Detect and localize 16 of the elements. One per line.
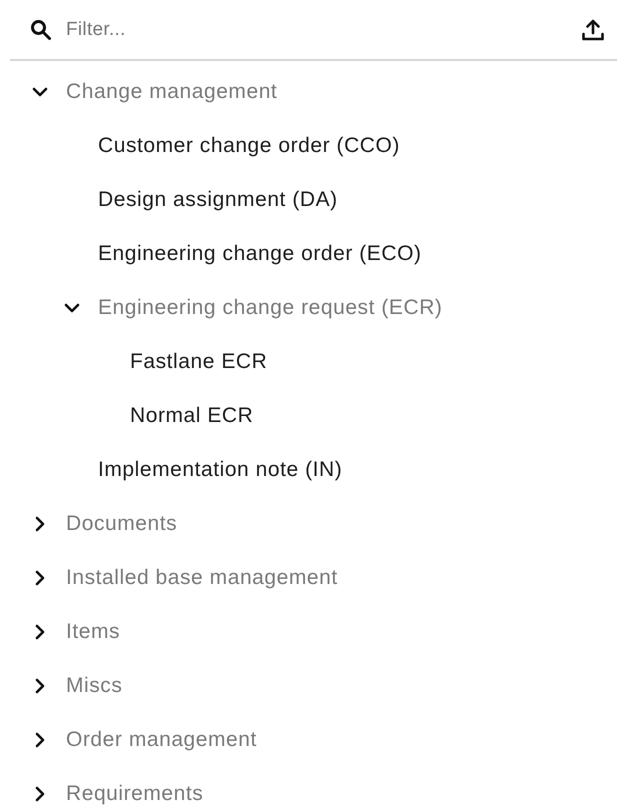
filter-field[interactable]: Filter... <box>66 14 579 44</box>
tree-item[interactable]: Engineering change order (ECO) <box>0 227 422 281</box>
tree-item[interactable]: Design assignment (DA) <box>0 173 338 227</box>
tree-item[interactable]: Normal ECR <box>0 389 254 443</box>
tree-item[interactable]: Miscs <box>0 659 122 713</box>
tree-item[interactable]: Customer change order (CCO) <box>0 119 400 173</box>
search-icon <box>30 18 52 40</box>
tree-item[interactable]: Order management <box>0 713 257 767</box>
tree-item[interactable]: Implementation note (IN) <box>0 443 342 497</box>
tree-item[interactable]: Items <box>0 605 120 659</box>
tree-item[interactable]: Requirements <box>0 767 204 808</box>
tree-item[interactable]: Fastlane ECR <box>0 335 268 389</box>
tree-item[interactable]: Engineering change request (ECR) <box>0 281 442 335</box>
tree-item[interactable]: Change management <box>0 65 278 119</box>
tree-item[interactable]: Installed base management <box>0 551 338 605</box>
tree-item[interactable]: Documents <box>0 497 178 551</box>
